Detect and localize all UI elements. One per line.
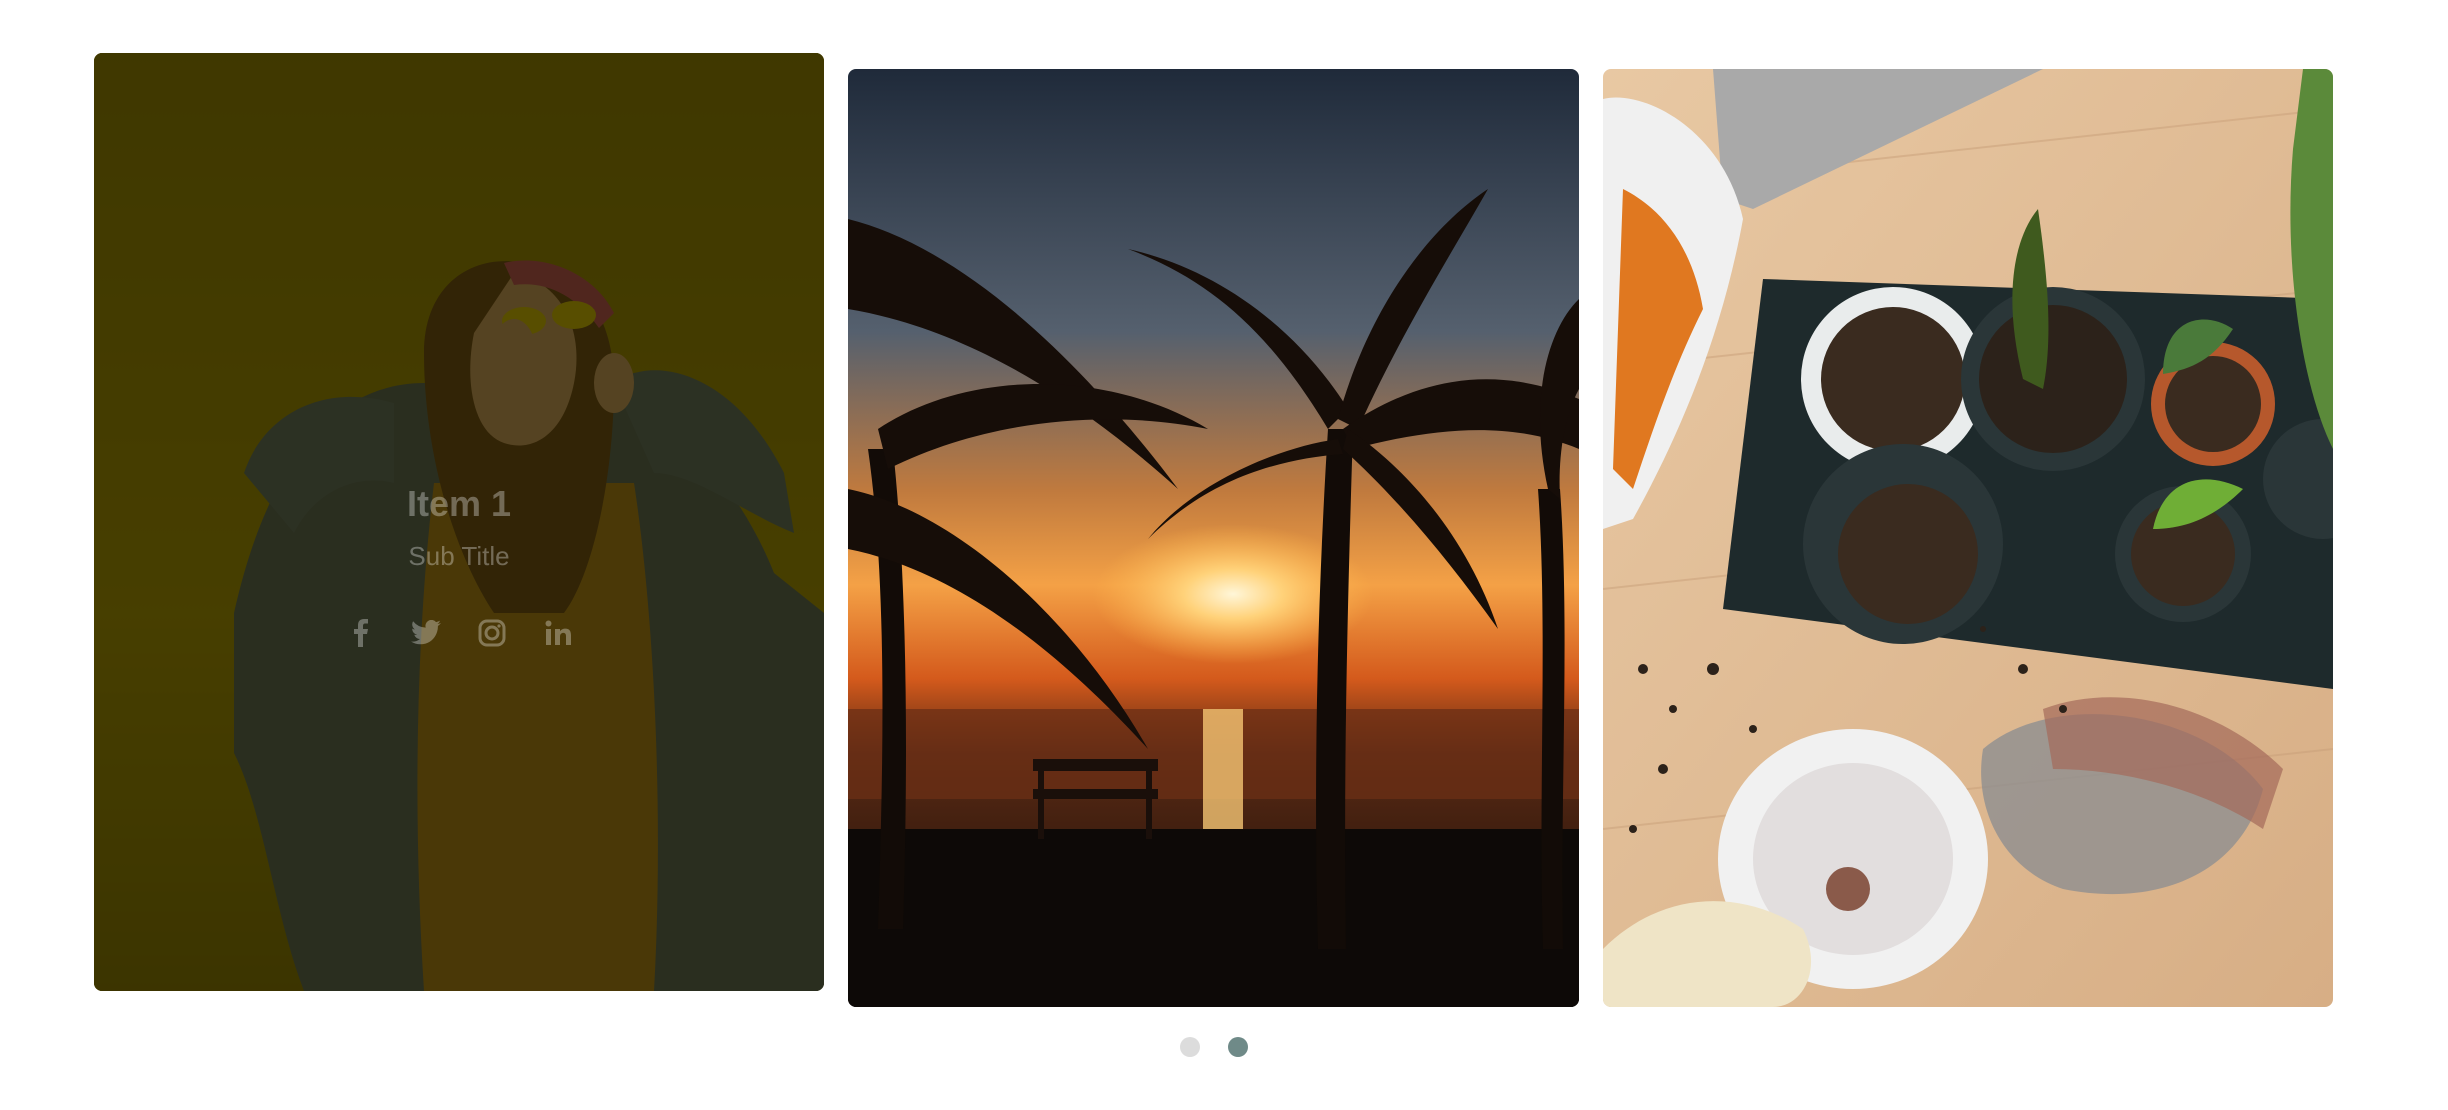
carousel-card-3[interactable] — [1603, 69, 2333, 1007]
card-subtitle: Sub Title — [408, 541, 510, 571]
carousel-pagination — [1180, 1037, 1248, 1057]
twitter-icon[interactable] — [411, 618, 441, 648]
potted-plants-soil-photo — [1603, 69, 2333, 1007]
social-links — [94, 618, 824, 648]
image-carousel: Item 1 Sub Title — [0, 0, 2448, 1110]
facebook-icon[interactable] — [345, 618, 375, 648]
linkedin-icon[interactable] — [543, 618, 573, 648]
carousel-card-1[interactable]: Item 1 Sub Title — [94, 53, 824, 991]
pagination-dot-2[interactable] — [1228, 1037, 1248, 1057]
card-title: Item 1 — [406, 483, 512, 524]
pagination-dot-1[interactable] — [1180, 1037, 1200, 1057]
palm-trees-sunset-photo — [848, 69, 1579, 1007]
instagram-icon[interactable] — [477, 618, 507, 648]
card-caption: Item 1 Sub Title — [94, 483, 824, 648]
carousel-card-2[interactable] — [848, 69, 1579, 1007]
